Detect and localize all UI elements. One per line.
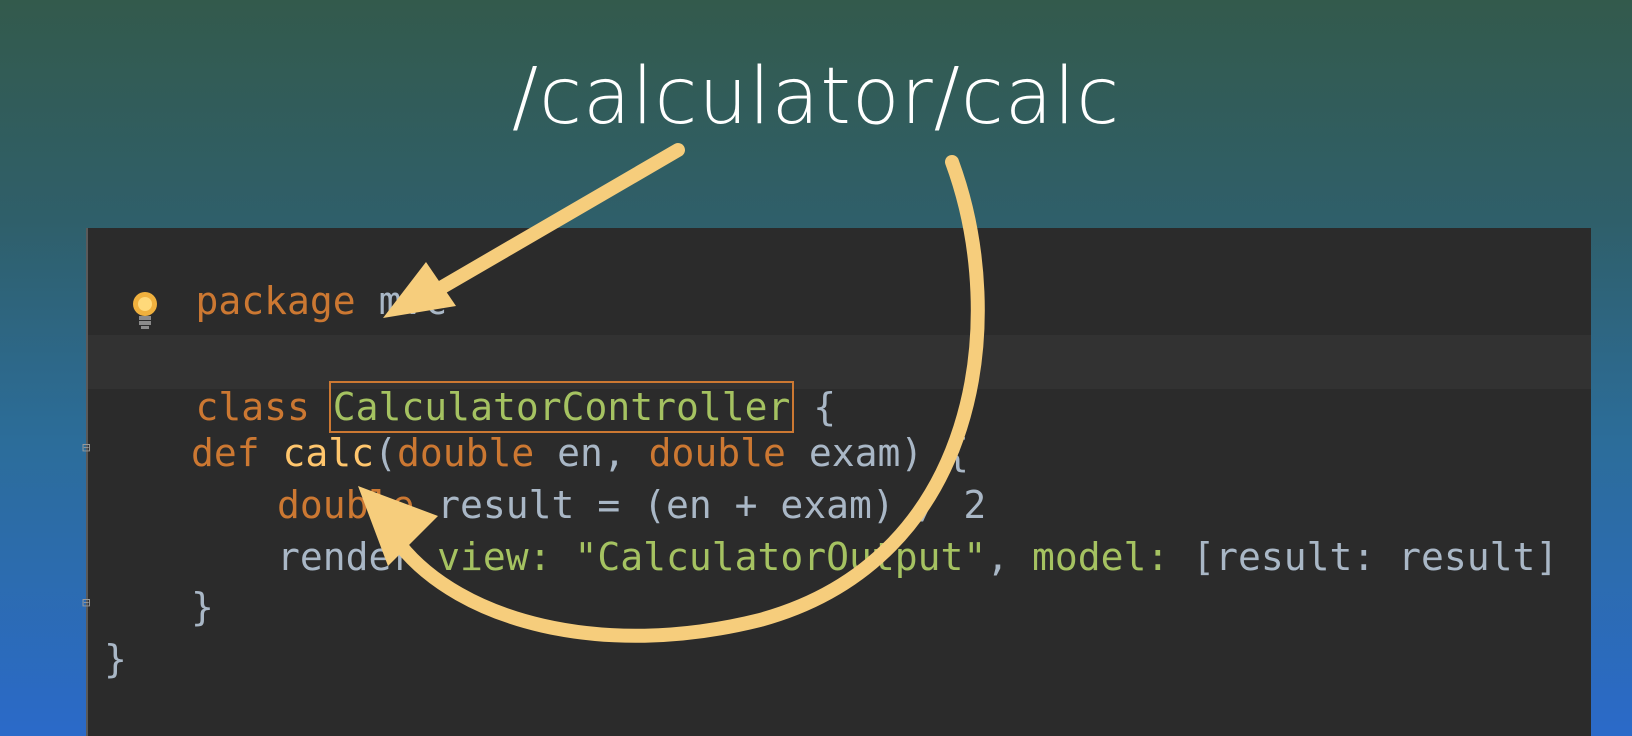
type-double: double bbox=[648, 431, 786, 475]
code-line-7: } bbox=[104, 632, 127, 686]
open-paren: ( bbox=[374, 431, 397, 475]
view-value: "CalculatorOutput" bbox=[574, 535, 987, 579]
keyword-def: def bbox=[191, 431, 260, 475]
method-open: ) { bbox=[900, 431, 969, 475]
code-line-3: def calc(double en, double exam) { bbox=[191, 426, 969, 480]
package-name: mvc bbox=[378, 279, 448, 323]
code-line-6: } bbox=[191, 580, 214, 634]
code-line-4: double result = (en + exam) / 2 bbox=[277, 478, 986, 532]
view-key: view: bbox=[437, 535, 552, 579]
close-brace-class: } bbox=[104, 637, 127, 681]
class-name-highlighted[interactable]: CalculatorController bbox=[328, 381, 795, 433]
open-brace: { bbox=[813, 385, 837, 429]
param-exam: exam bbox=[808, 431, 901, 475]
type-double: double bbox=[277, 483, 415, 527]
code-line-5: render view: "CalculatorOutput", model: … bbox=[277, 530, 1558, 584]
code-line-1: package mvc bbox=[104, 220, 448, 323]
render-call: render bbox=[277, 535, 438, 579]
type-double: double bbox=[396, 431, 535, 475]
method-name-calc: calc bbox=[282, 431, 375, 475]
model-value: [result: result] bbox=[1192, 535, 1559, 579]
fold-marker-icon[interactable]: ⊟ bbox=[82, 588, 94, 618]
code-line-2: class CalculatorController { bbox=[104, 326, 836, 433]
result-expression: result = (en + exam) / 2 bbox=[437, 483, 987, 527]
slide-title: /calculator/calc bbox=[511, 52, 1121, 142]
param-comma: , bbox=[602, 431, 626, 475]
code-editor[interactable]: ⊟ ⊟ package mvc class CalculatorControll… bbox=[82, 228, 1591, 736]
param-en: en bbox=[557, 431, 603, 475]
keyword-class: class bbox=[195, 385, 310, 429]
keyword-package: package bbox=[195, 279, 356, 323]
model-key: model: bbox=[1032, 535, 1170, 579]
close-brace-method: } bbox=[191, 585, 214, 629]
render-comma: , bbox=[986, 535, 1010, 579]
fold-marker-icon[interactable]: ⊟ bbox=[82, 433, 94, 463]
